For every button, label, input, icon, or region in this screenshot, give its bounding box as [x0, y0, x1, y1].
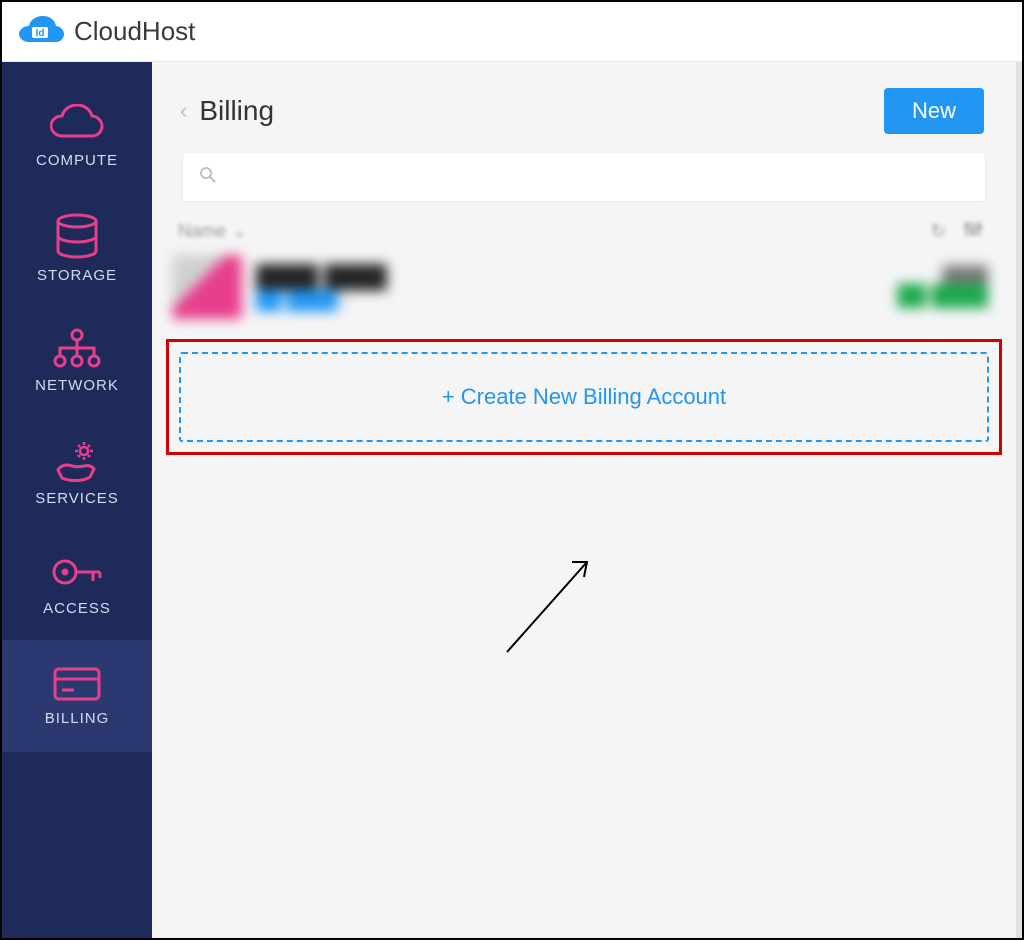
table-header: Name ⌄ ↻: [152, 210, 1016, 249]
cloud-icon: [50, 104, 104, 144]
database-icon: [55, 213, 99, 259]
sidebar-item-access[interactable]: ACCESS: [2, 528, 152, 640]
account-name: ████ ████: [256, 264, 897, 290]
create-billing-account-button[interactable]: + Create New Billing Account: [179, 352, 989, 442]
annotation-arrow: [492, 542, 612, 662]
new-button[interactable]: New: [884, 88, 984, 134]
sidebar-item-label: COMPUTE: [36, 152, 118, 169]
page-title: Billing: [199, 95, 274, 127]
sort-column-label: Name: [178, 221, 226, 242]
sidebar-item-label: SERVICES: [35, 490, 119, 507]
key-icon: [51, 552, 103, 592]
sidebar-item-label: BILLING: [45, 710, 110, 727]
account-avatar: [172, 255, 242, 319]
sidebar-item-label: ACCESS: [43, 600, 111, 617]
topbar: Id CloudHost: [2, 2, 1022, 62]
account-subtext: ██ ████ ›: [256, 290, 897, 311]
search-input[interactable]: [182, 152, 986, 202]
sidebar-item-label: NETWORK: [35, 377, 119, 394]
card-icon: [52, 666, 102, 702]
search-icon: [199, 166, 217, 189]
brand-logo: Id CloudHost: [18, 14, 195, 50]
cloud-logo-icon: Id: [18, 14, 66, 50]
sidebar-item-billing[interactable]: BILLING: [2, 640, 152, 752]
network-icon: [52, 327, 102, 369]
sort-column[interactable]: Name ⌄: [178, 221, 247, 242]
page-header: ‹ Billing New: [152, 62, 1016, 142]
svg-text:Id: Id: [36, 28, 45, 39]
table-row[interactable]: ████ ████ ██ ████ › ████ ██ ████: [152, 249, 1016, 333]
brand-name: CloudHost: [74, 16, 195, 47]
sidebar-item-compute[interactable]: COMPUTE: [2, 80, 152, 192]
sidebar-item-services[interactable]: SERVICES: [2, 416, 152, 528]
account-amount: ██ ████: [897, 285, 988, 308]
sidebar-item-storage[interactable]: STORAGE: [2, 192, 152, 304]
main-panel: ‹ Billing New Name ⌄ ↻: [152, 62, 1022, 938]
chevron-down-icon: ⌄: [232, 221, 247, 242]
back-chevron-icon[interactable]: ‹: [180, 98, 187, 124]
sidebar-item-network[interactable]: NETWORK: [2, 304, 152, 416]
sidebar-item-label: STORAGE: [37, 267, 117, 284]
account-status: ████: [897, 267, 988, 285]
sidebar: COMPUTE STORAGE NETWORK: [2, 62, 152, 938]
annotation-highlight: + Create New Billing Account: [166, 339, 1002, 455]
gear-hand-icon: [52, 438, 102, 482]
refresh-icon[interactable]: ↻: [931, 221, 946, 242]
settings-sliders-icon[interactable]: [964, 220, 982, 243]
